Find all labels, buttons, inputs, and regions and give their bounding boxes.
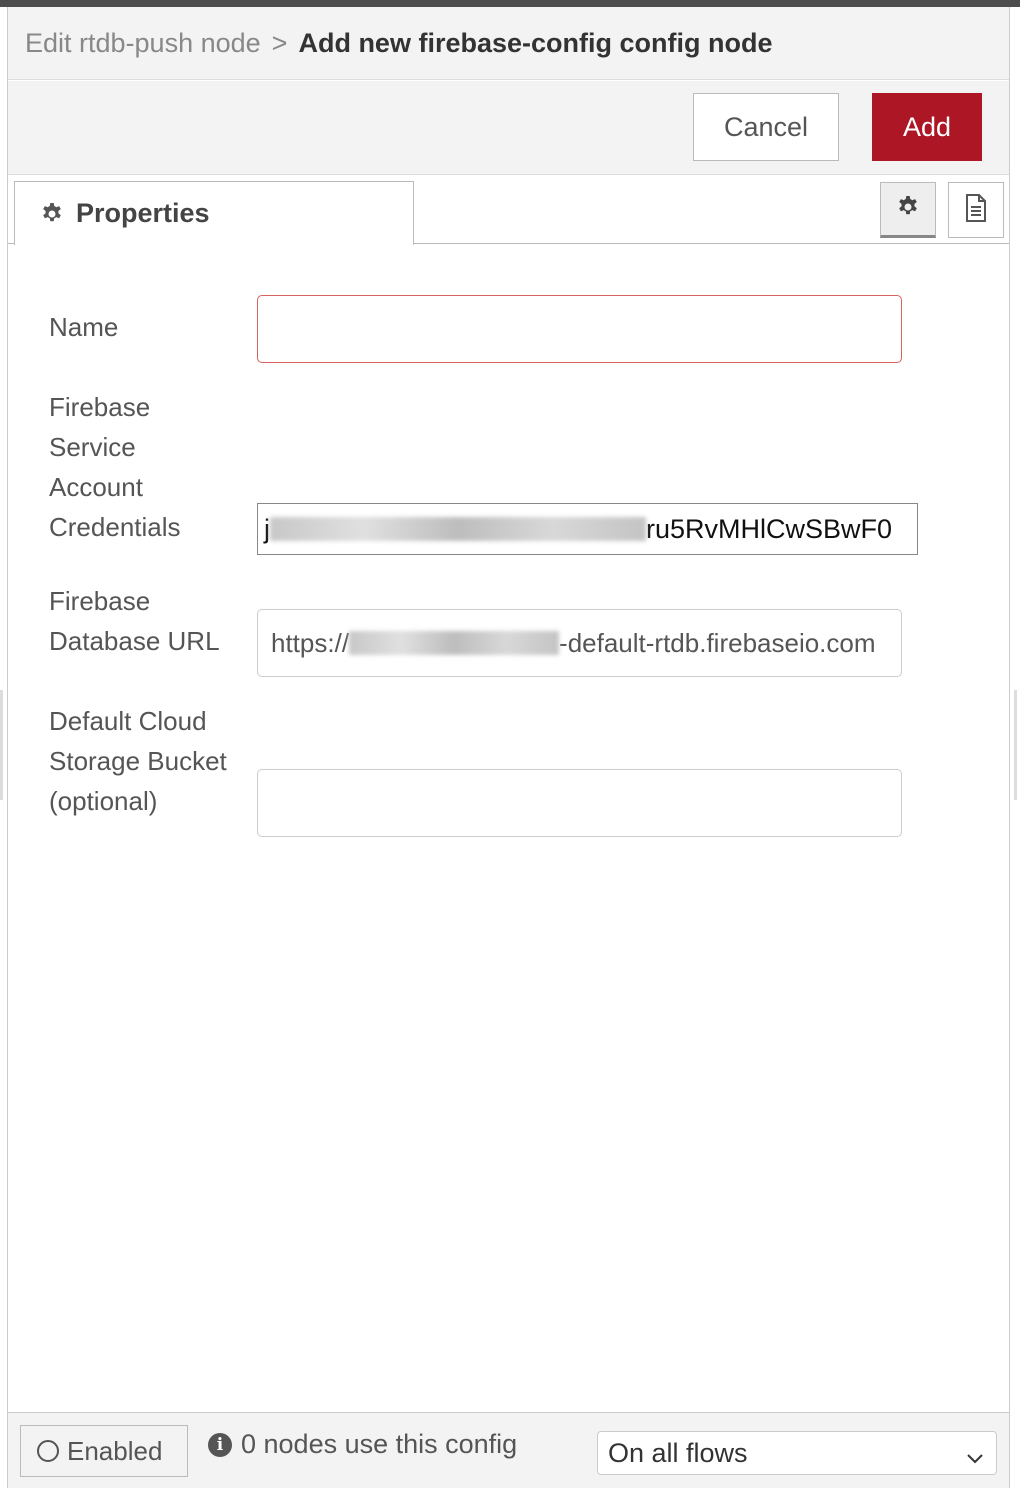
credentials-value-suffix: ru5RvMHlCwSBwF0 (646, 513, 893, 544)
config-usage: i 0 nodes use this config (208, 1429, 517, 1460)
breadcrumb-separator: > (271, 27, 288, 58)
top-bar (0, 0, 1020, 7)
left-edge-handle (0, 690, 3, 800)
add-button[interactable]: Add (872, 93, 982, 161)
tab-properties-label: Properties (76, 198, 210, 228)
info-icon: i (208, 1432, 232, 1457)
usage-text: 0 nodes use this config (241, 1429, 518, 1459)
enabled-label: Enabled (67, 1435, 163, 1466)
credentials-label: Firebase Service Account Credentials (49, 387, 181, 547)
credentials-input[interactable]: j ru5RvMHlCwSBwF0 (257, 503, 918, 555)
name-label: Name (49, 312, 119, 342)
redacted-text (270, 517, 646, 541)
db-url-value-suffix: -default-rtdb.firebaseio.com (559, 627, 876, 658)
tab-bar: Properties (8, 176, 1009, 245)
tab-properties[interactable]: Properties (14, 181, 414, 245)
right-edge-handle (1014, 690, 1017, 800)
gear-icon (40, 202, 64, 226)
db-url-label-line: Database URL (49, 626, 220, 656)
db-url-input[interactable]: https:// -default-rtdb.firebaseio.com (257, 609, 902, 677)
gear-icon (896, 195, 920, 224)
radio-icon (37, 1440, 59, 1462)
bucket-label-line: Default Cloud (49, 706, 207, 736)
scope-selected: On all flows (608, 1437, 748, 1468)
enabled-toggle[interactable]: Enabled (20, 1425, 188, 1477)
tray-toolbar: Cancel Add (8, 81, 1009, 175)
node-settings-button[interactable] (880, 182, 936, 238)
redacted-text (349, 631, 560, 655)
edit-tray: Edit rtdb-push node > Add new firebase-c… (7, 7, 1010, 1488)
credentials-label-line: Service (49, 432, 136, 462)
bucket-label: Default Cloud Storage Bucket (optional) (49, 701, 227, 821)
tray-header: Edit rtdb-push node > Add new firebase-c… (8, 7, 1009, 80)
bucket-label-line: Storage Bucket (49, 746, 227, 776)
name-input[interactable] (257, 295, 902, 363)
db-url-label-line: Firebase (49, 586, 151, 616)
credentials-label-line: Credentials (49, 512, 181, 542)
cancel-button[interactable]: Cancel (693, 93, 839, 161)
tray-footer: Enabled i 0 nodes use this config On all… (8, 1412, 1009, 1488)
credentials-label-line: Account (49, 472, 143, 502)
node-description-button[interactable] (948, 182, 1004, 238)
scope-select[interactable]: On all flows (597, 1431, 997, 1475)
page-title: Add new firebase-config config node (298, 27, 773, 58)
db-url-label: Firebase Database URL (49, 581, 220, 661)
breadcrumb[interactable]: Edit rtdb-push node (25, 28, 261, 59)
bucket-label-line: (optional) (49, 786, 158, 816)
document-icon (965, 193, 987, 227)
credentials-label-line: Firebase (49, 392, 151, 422)
chevron-down-icon (966, 1444, 984, 1475)
bucket-input[interactable] (257, 769, 902, 837)
db-url-value-prefix: https:// (271, 627, 350, 658)
